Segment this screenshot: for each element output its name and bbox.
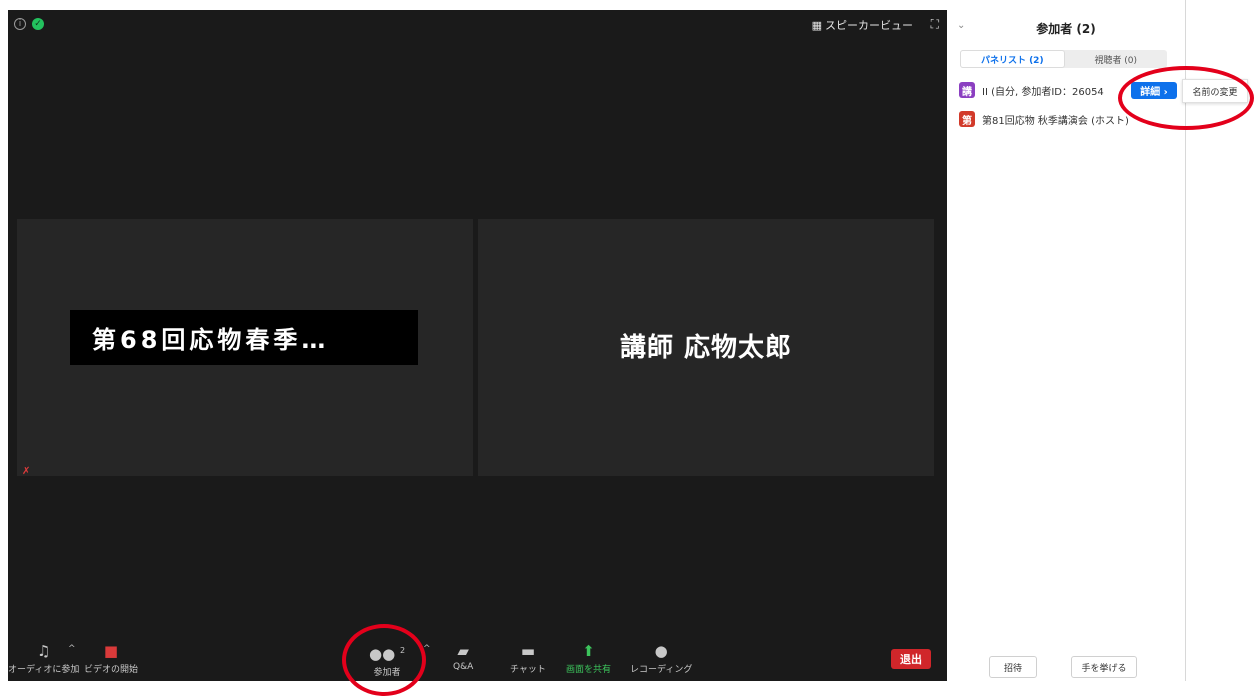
share-screen-label: 画面を共有 xyxy=(566,665,612,675)
avatar: 第 xyxy=(959,111,975,127)
participant-tabs: パネリスト (2) 視聴者 (0) xyxy=(960,50,1167,68)
muted-mic-icon: ✗ xyxy=(22,466,31,477)
raise-hand-button[interactable]: 手を挙げる xyxy=(1071,656,1137,678)
meeting-controls: ♫ オーディオに参加 ^ ■ ビデオの開始 ●● 2 参加者 ^ ▰ Q&A ▬… xyxy=(8,632,947,681)
record-button[interactable]: ● レコーディング xyxy=(630,642,692,675)
meeting-window: i ✓ ▦ スピーカービュー ⛶ 第68回応物春季… 講師 応物太郎 ✗ ♫ オ… xyxy=(8,10,947,681)
fullscreen-icon[interactable]: ⛶ xyxy=(931,17,939,32)
meeting-status-icons: i ✓ xyxy=(14,18,44,30)
info-icon[interactable]: i xyxy=(14,18,26,30)
shield-icon[interactable]: ✓ xyxy=(32,18,44,30)
annotation-circle-details xyxy=(1118,66,1254,130)
speaker-view-label: スピーカービュー xyxy=(825,19,913,32)
record-label: レコーディング xyxy=(630,665,693,675)
start-video-label: ビデオの開始 xyxy=(84,665,139,675)
chat-label: チャット xyxy=(510,665,546,675)
participant-row[interactable]: 第 第81回応物 秋季講演会 (ホスト) xyxy=(959,111,1129,127)
left-tile-name: 第68回応物春季… xyxy=(70,310,418,365)
record-icon: ● xyxy=(654,642,668,660)
grid-icon: ▦ xyxy=(811,18,822,32)
tab-attendees[interactable]: 視聴者 (0) xyxy=(1065,50,1168,68)
invite-button[interactable]: 招待 xyxy=(989,656,1037,678)
avatar: 講 xyxy=(959,82,975,98)
tab-panelists[interactable]: パネリスト (2) xyxy=(960,50,1065,68)
leave-button[interactable]: 退出 xyxy=(891,649,931,669)
headphone-icon: ♫ xyxy=(36,642,51,660)
chat-button[interactable]: ▬ チャット xyxy=(510,642,546,675)
participant-name: 第81回応物 秋季講演会 (ホスト) xyxy=(982,115,1129,127)
audio-options-caret[interactable]: ^ xyxy=(68,644,76,654)
speaker-view-button[interactable]: ▦ スピーカービュー xyxy=(812,17,913,33)
qa-icon: ▰ xyxy=(457,642,469,660)
annotation-circle-participants xyxy=(342,624,426,696)
panel-title: 参加者 (2) xyxy=(1036,22,1096,36)
start-video-button[interactable]: ■ ビデオの開始 xyxy=(84,642,138,675)
chat-icon: ▬ xyxy=(520,642,536,660)
video-off-icon: ■ xyxy=(103,642,119,660)
share-screen-icon: ⬆ xyxy=(582,642,595,660)
qa-button[interactable]: ▰ Q&A xyxy=(453,642,473,672)
share-screen-button[interactable]: ⬆ 画面を共有 xyxy=(566,642,611,675)
right-tile-name: 講師 応物太郎 xyxy=(619,332,793,363)
participant-row[interactable]: 講 II (自分, 参加者ID：26054 xyxy=(959,82,1104,98)
qa-label: Q&A xyxy=(453,662,474,672)
join-audio-label: オーディオに参加 xyxy=(8,665,80,675)
participant-name: II (自分, 参加者ID：26054 xyxy=(982,86,1104,98)
